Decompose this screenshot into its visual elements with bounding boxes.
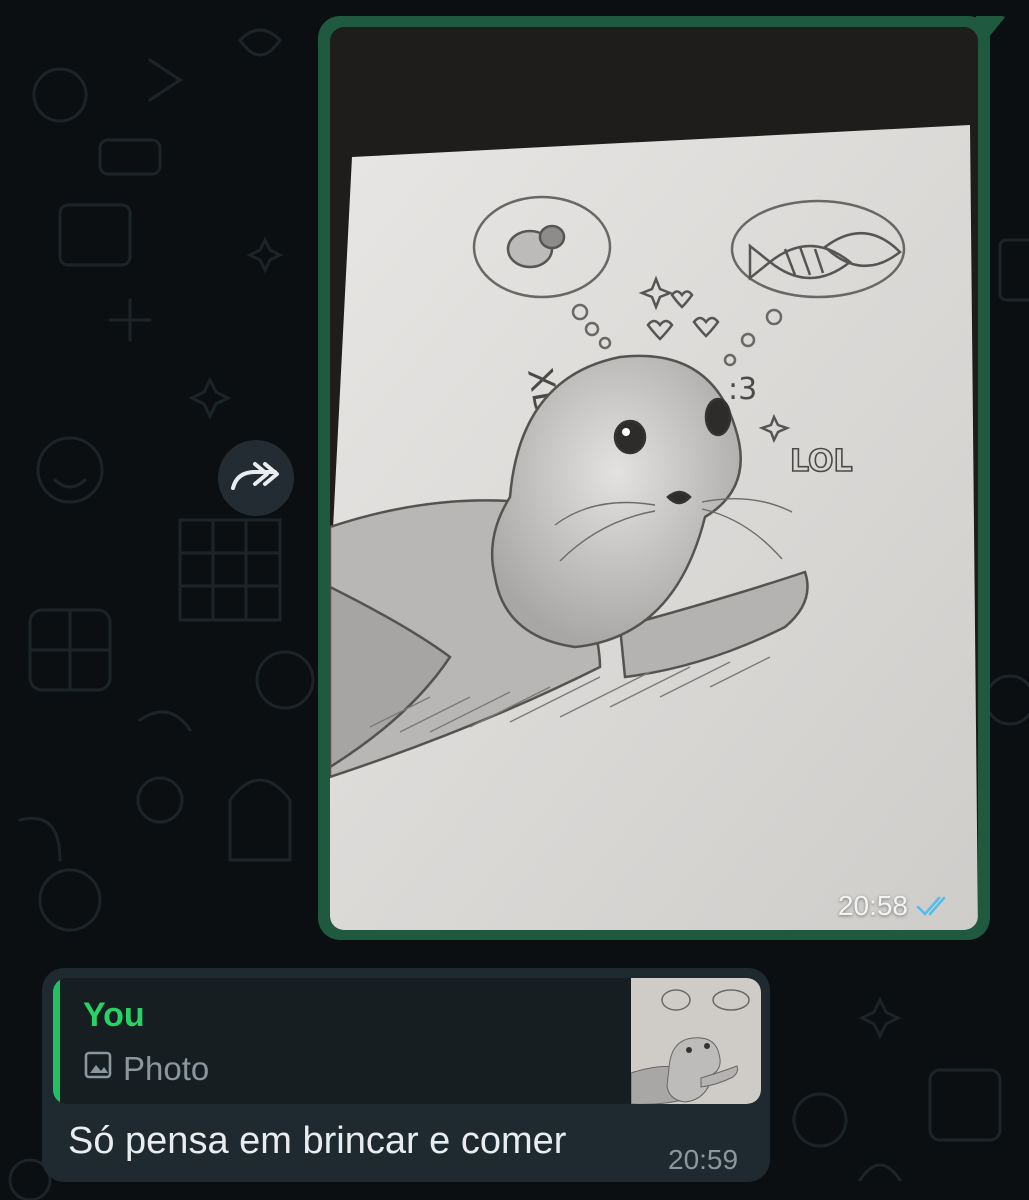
quoted-author: You bbox=[83, 996, 145, 1034]
double-check-read-icon bbox=[916, 894, 956, 918]
quote-accent-bar bbox=[53, 978, 60, 1104]
drawing-text-lol: LOL bbox=[790, 444, 853, 479]
forward-icon bbox=[229, 458, 283, 499]
drawing-text-face: :3 bbox=[728, 372, 757, 407]
quoted-type: Photo bbox=[83, 1050, 209, 1088]
image-time: 20:58 bbox=[837, 890, 908, 921]
quoted-type-label: Photo bbox=[123, 1050, 210, 1087]
quoted-photo-thumbnail bbox=[631, 978, 761, 1104]
forward-button[interactable] bbox=[218, 440, 294, 516]
image-icon bbox=[83, 1050, 113, 1088]
reply-message-text: Só pensa em brincar e comer bbox=[68, 1120, 567, 1162]
sketch-photo[interactable]: XD :3 LOL 20:58 bbox=[330, 27, 978, 930]
quoted-message[interactable]: You Photo bbox=[53, 978, 761, 1104]
reply-message-time: 20:59 bbox=[668, 1144, 739, 1175]
